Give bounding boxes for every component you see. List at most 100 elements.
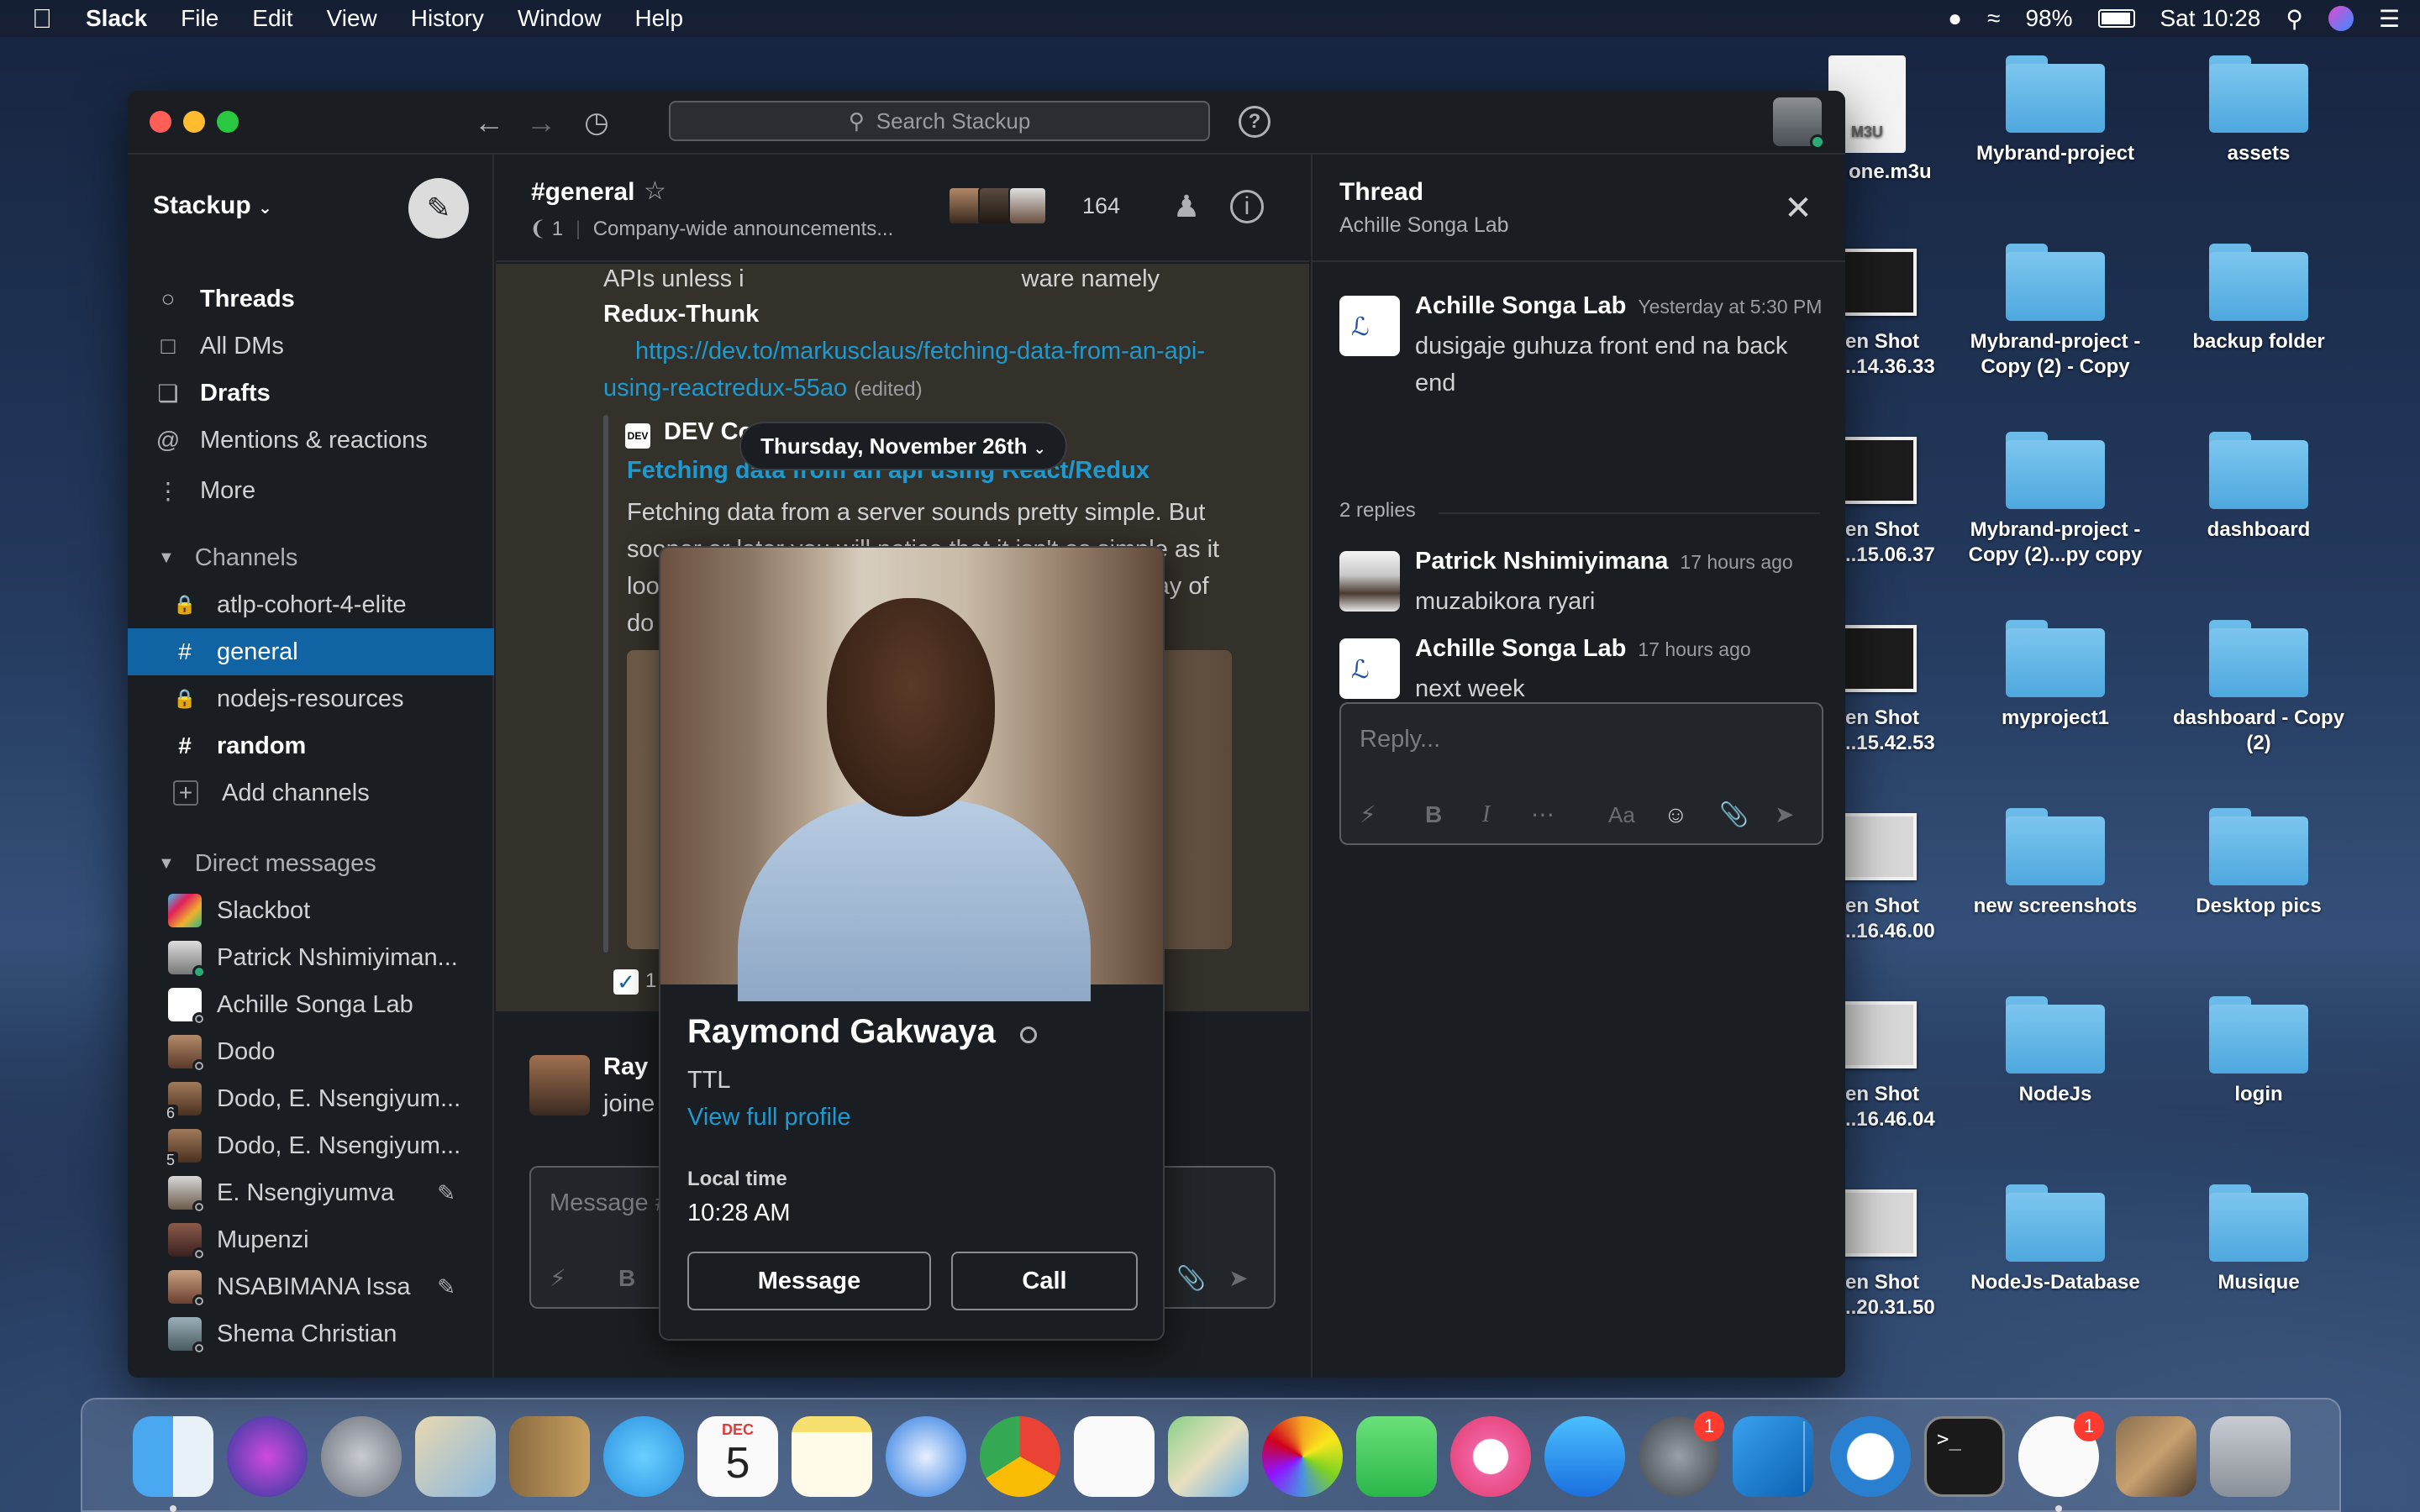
- pin-count[interactable]: 1: [552, 218, 563, 240]
- safari-icon[interactable]: [886, 1416, 966, 1497]
- author-name[interactable]: Achille Songa Lab: [1415, 292, 1626, 319]
- spotlight-icon[interactable]: ⚲: [2286, 5, 2303, 33]
- link-text[interactable]: using-reactredux-55ao: [603, 375, 847, 402]
- desktop-item[interactable]: Desktop pics: [2158, 808, 2360, 919]
- desktop-item[interactable]: dashboard: [2158, 432, 2360, 543]
- reply-input[interactable]: Reply... ⚡ B I ⋯ Aa ☺ 📎 ➤: [1339, 702, 1823, 845]
- mail-icon[interactable]: [415, 1416, 496, 1497]
- pin-icon[interactable]: ❨: [529, 218, 546, 240]
- checkmark-reaction-icon[interactable]: ✓: [613, 969, 639, 995]
- wifi-icon[interactable]: ≈: [1987, 5, 2000, 32]
- desktop-item[interactable]: Musique: [2158, 1184, 2360, 1295]
- lightning-icon[interactable]: ⚡: [550, 1264, 566, 1292]
- notes-icon[interactable]: [792, 1416, 872, 1497]
- view-full-profile-link[interactable]: View full profile: [687, 1104, 851, 1131]
- message-link[interactable]: using-reactredux-55ao (edited): [603, 370, 923, 408]
- add-person-icon[interactable]: ♟: [1166, 186, 1207, 227]
- menu-clock[interactable]: Sat 10:28: [2160, 5, 2261, 32]
- dm-achille[interactable]: Achille Songa Lab: [128, 981, 494, 1028]
- siri-icon[interactable]: [227, 1416, 308, 1497]
- menu-history[interactable]: History: [411, 5, 484, 32]
- photos-icon[interactable]: [1262, 1416, 1343, 1497]
- avatar[interactable]: [1339, 551, 1400, 612]
- dm-patrick[interactable]: Patrick Nshimiyiman...: [128, 934, 494, 981]
- sidebar-item-atlp-cohort[interactable]: 🔒 atlp-cohort-4-elite: [128, 581, 494, 628]
- attach-icon[interactable]: 📎: [1719, 801, 1749, 828]
- sidebar-item-all-dms[interactable]: □ All DMs: [128, 323, 494, 370]
- back-arrow-icon[interactable]: ←: [469, 102, 509, 143]
- messages-icon[interactable]: [603, 1416, 684, 1497]
- message-author[interactable]: Achille Songa Lab Yesterday at 5:30 PM: [1415, 292, 1822, 320]
- zoom-window-button[interactable]: [217, 111, 239, 133]
- dm-shema[interactable]: Shema Christian: [128, 1310, 494, 1357]
- dm-e-nsengiyumva[interactable]: E. Nsengiyumva ✎: [128, 1169, 494, 1216]
- sidebar-item-random[interactable]: # random: [128, 722, 494, 769]
- desktop-item[interactable]: backup folder: [2158, 244, 2360, 354]
- desktop-item[interactable]: login: [2158, 996, 2360, 1107]
- call-button[interactable]: Call: [951, 1252, 1138, 1310]
- message-author[interactable]: Achille Songa Lab 17 hours ago: [1415, 635, 1751, 663]
- dm-section-header[interactable]: ▼ Direct messages: [128, 840, 494, 887]
- member-avatars[interactable]: [948, 186, 1047, 225]
- minimize-window-button[interactable]: [183, 111, 205, 133]
- channels-section-header[interactable]: ▼ Channels: [128, 534, 494, 581]
- finder-icon[interactable]: [133, 1416, 213, 1497]
- dm-nsabimana[interactable]: NSABIMANA Issa ✎: [128, 1263, 494, 1310]
- message-time[interactable]: 17 hours ago: [1638, 638, 1750, 660]
- itunes-icon[interactable]: [1450, 1416, 1531, 1497]
- attach-icon[interactable]: 📎: [1176, 1264, 1206, 1292]
- dm-slackbot[interactable]: Slackbot: [128, 887, 494, 934]
- close-window-button[interactable]: [150, 111, 171, 133]
- menu-help[interactable]: Help: [634, 5, 683, 32]
- lightning-icon[interactable]: ⚡: [1360, 801, 1376, 828]
- launchpad-icon[interactable]: [321, 1416, 402, 1497]
- dm-mupenzi[interactable]: Mupenzi: [128, 1216, 494, 1263]
- slack-icon[interactable]: 1: [2018, 1411, 2104, 1497]
- desktop-item[interactable]: new screenshots: [1954, 808, 2156, 919]
- forward-arrow-icon[interactable]: →: [521, 102, 561, 143]
- workspace-switcher[interactable]: Stackup ⌄: [153, 192, 272, 220]
- user-avatar[interactable]: [1773, 97, 1825, 150]
- bold-icon[interactable]: B: [1425, 801, 1442, 828]
- trash-icon[interactable]: [2210, 1416, 2291, 1497]
- close-icon[interactable]: ✕: [1778, 188, 1818, 228]
- message-link[interactable]: https://dev.to/markusclaus/fetching-data…: [603, 333, 1205, 370]
- reminders-icon[interactable]: [1074, 1416, 1155, 1497]
- italic-icon[interactable]: I: [1482, 801, 1490, 828]
- channel-topic[interactable]: Company-wide announcements...: [593, 218, 894, 240]
- menu-app-name[interactable]: Slack: [86, 5, 147, 32]
- message-button[interactable]: Message: [687, 1252, 931, 1310]
- send-icon[interactable]: ➤: [1228, 1264, 1248, 1292]
- vpn-icon[interactable]: ●: [1948, 5, 1962, 32]
- dm-dodo[interactable]: Dodo: [128, 1028, 494, 1075]
- avatar[interactable]: ℒ: [1339, 296, 1400, 356]
- member-count[interactable]: 164: [1082, 193, 1120, 219]
- desktop-item[interactable]: NodeJs: [1954, 996, 2156, 1107]
- reaction-count[interactable]: 1: [645, 963, 656, 1000]
- send-icon[interactable]: ➤: [1775, 801, 1794, 828]
- desktop-item[interactable]: Mybrand-project - Copy (2)...py copy: [1954, 432, 2156, 568]
- date-divider-pill[interactable]: Thursday, November 26th ⌄: [739, 422, 1067, 470]
- message-author[interactable]: Ray: [603, 1053, 648, 1081]
- link-text[interactable]: https://dev.to/markusclaus/fetching-data…: [635, 338, 1205, 365]
- desktop-item[interactable]: myproject1: [1954, 620, 2156, 731]
- sidebar-item-mentions[interactable]: @ Mentions & reactions: [128, 417, 494, 464]
- chrome-icon[interactable]: [980, 1416, 1060, 1497]
- dm-group-1[interactable]: 6 Dodo, E. Nsengiyum...: [128, 1075, 494, 1122]
- avatar[interactable]: ℒ: [1339, 638, 1400, 699]
- channel-title[interactable]: #general: [531, 178, 634, 207]
- siri-menu-icon[interactable]: [2328, 6, 2354, 31]
- app-store-icon[interactable]: [1544, 1416, 1625, 1497]
- message-author[interactable]: Patrick Nshimiyimana 17 hours ago: [1415, 548, 1793, 575]
- desktop-item[interactable]: assets: [2158, 55, 2360, 166]
- bold-icon[interactable]: B: [618, 1265, 635, 1292]
- compose-button[interactable]: ✎: [408, 178, 469, 239]
- message-time[interactable]: 17 hours ago: [1680, 551, 1792, 573]
- sidebar-item-nodejs-resources[interactable]: 🔒 nodejs-resources: [128, 675, 494, 722]
- battery-icon[interactable]: [2097, 9, 2135, 28]
- desktop-item[interactable]: Mybrand-project: [1954, 55, 2156, 166]
- trello-icon[interactable]: [1830, 1416, 1911, 1497]
- menu-window[interactable]: Window: [518, 5, 602, 32]
- message-time[interactable]: Yesterday at 5:30 PM: [1638, 296, 1822, 318]
- info-icon[interactable]: i: [1230, 190, 1264, 223]
